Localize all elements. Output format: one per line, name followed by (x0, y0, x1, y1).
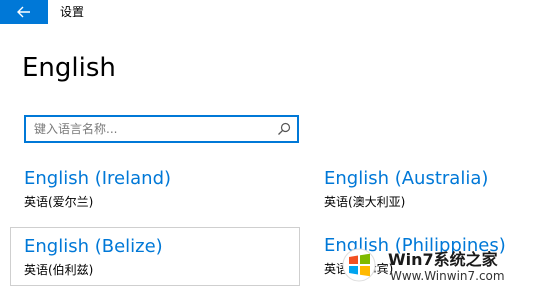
language-name: English (Belize) (24, 236, 163, 257)
language-item-australia[interactable]: English (Australia) 英语(澳大利亚) (324, 167, 534, 217)
title-bar: 设置 (0, 0, 539, 24)
back-arrow-icon (17, 6, 30, 18)
watermark-url: Www.Winwin7.com (390, 269, 505, 283)
language-item-ireland[interactable]: English (Ireland) 英语(爱尔兰) (24, 167, 304, 217)
search-icon[interactable] (277, 122, 291, 136)
language-name: English (Ireland) (24, 168, 172, 189)
watermark-brand: Win7系统之家 (388, 250, 498, 269)
language-name: English (Australia) (324, 168, 489, 189)
search-box[interactable] (24, 115, 299, 143)
language-native-name: 英语(伯利兹) (24, 263, 94, 277)
watermark: Win7系统之家 Www.Winwin7.com (340, 240, 539, 290)
language-native-name: 英语(爱尔兰) (24, 195, 94, 209)
page-title: English (22, 53, 116, 83)
language-native-name: 英语(澳大利亚) (324, 195, 406, 209)
windows-logo-icon (342, 248, 376, 282)
back-button[interactable] (0, 0, 48, 24)
language-item-belize[interactable]: English (Belize) 英语(伯利兹) (10, 227, 300, 286)
search-input[interactable] (34, 120, 274, 138)
app-title: 设置 (60, 5, 85, 19)
